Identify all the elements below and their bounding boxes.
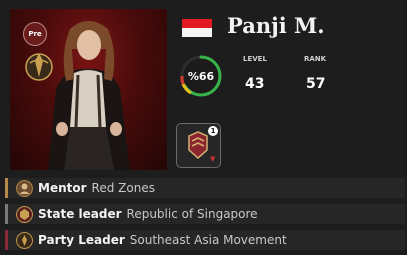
medal-count-badge: 1	[208, 126, 218, 136]
level-label: LEVEL	[243, 55, 267, 63]
state-crest-icon	[16, 205, 33, 223]
role-value[interactable]: Red Zones	[92, 181, 155, 195]
rank-label: RANK	[304, 55, 327, 63]
role-value[interactable]: Southeast Asia Movement	[130, 233, 287, 247]
role-title: Mentor	[38, 181, 87, 195]
role-row-mentor[interactable]: Mentor Red Zones	[5, 178, 405, 198]
rank-value: 57	[306, 76, 326, 92]
chevron-down-icon[interactable]: ▼	[210, 155, 215, 163]
party-emblem-icon[interactable]	[24, 47, 54, 83]
role-row-state-leader[interactable]: State leader Republic of Singapore	[5, 204, 405, 224]
role-value[interactable]: Republic of Singapore	[127, 207, 258, 221]
role-row-party-leader[interactable]: Party Leader Southeast Asia Movement	[5, 230, 405, 250]
mentor-icon	[16, 179, 33, 197]
profile-card: Pre Panji M. %66 LEVEL 43 RANK 57 1 ▼ Me…	[0, 0, 407, 255]
party-icon	[16, 231, 33, 249]
role-title: Party Leader	[38, 233, 125, 247]
avatar-portrait[interactable]: Pre	[10, 9, 167, 170]
activity-percent: %66	[187, 69, 215, 83]
country-flag-icon[interactable]	[182, 19, 212, 37]
level-value: 43	[245, 76, 265, 92]
player-name: Panji M.	[227, 13, 325, 38]
role-title: State leader	[38, 207, 122, 221]
premium-badge: Pre	[23, 22, 47, 46]
